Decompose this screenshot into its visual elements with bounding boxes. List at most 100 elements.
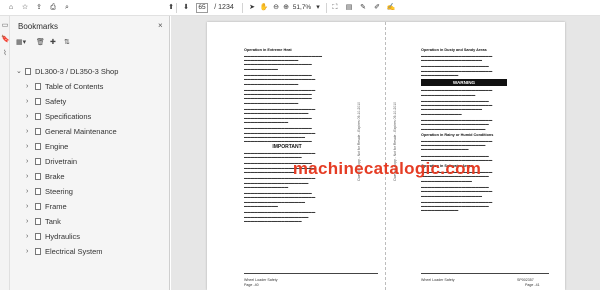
bookmark-item[interactable]: › Steering: [10, 184, 170, 199]
upload-icon[interactable]: ⇪: [34, 2, 44, 14]
highlight-icon[interactable]: ✐: [372, 2, 382, 14]
bookmark-page-icon: [35, 158, 41, 165]
right-footer-page: Page -41: [525, 283, 540, 287]
right-page-text: Operation in Dusty and Sandy Areas ▬▬▬▬▬…: [421, 48, 507, 215]
bookmark-label: Steering: [45, 187, 73, 196]
bookmarks-panel: Bookmarks × ▦▾ 🗑 ✚ ⇅ ⌄ DL300-3 / DL350-3 …: [10, 16, 170, 290]
bookmark-item[interactable]: › Engine: [10, 139, 170, 154]
panel-title: Bookmarks: [18, 22, 59, 31]
page-number-input[interactable]: 65: [196, 3, 208, 13]
right-footer-title: Wheel Loader Safety: [421, 278, 455, 282]
zoom-in-icon[interactable]: ⊕: [281, 2, 291, 14]
home-icon[interactable]: ⌂: [6, 2, 16, 14]
chevron-right-icon[interactable]: ›: [26, 184, 28, 199]
chevron-right-icon[interactable]: ›: [26, 244, 28, 259]
bookmark-item[interactable]: › Hydraulics: [10, 229, 170, 244]
chevron-right-icon[interactable]: ›: [26, 229, 28, 244]
chevron-right-icon[interactable]: ›: [26, 109, 28, 124]
bookmark-page-icon: [35, 218, 41, 225]
bookmark-root[interactable]: ⌄ DL300-3 / DL350-3 Shop: [10, 64, 170, 79]
chevron-right-icon[interactable]: ›: [26, 214, 28, 229]
print-icon[interactable]: ⎙: [48, 2, 58, 14]
bookmark-label: Table of Contents: [45, 82, 104, 91]
left-page-text: Operation in Extreme Heat ▬▬▬▬▬▬▬▬▬▬▬▬▬▬…: [244, 48, 330, 225]
right-footer-code: SP002357: [517, 278, 534, 282]
important-notice-title: IMPORTANT: [272, 144, 302, 151]
bookmark-item[interactable]: › Brake: [10, 169, 170, 184]
select-tool-icon[interactable]: ➤: [247, 2, 257, 14]
bookmark-options-icon[interactable]: ▦▾: [16, 38, 26, 48]
bookmark-item[interactable]: › Frame: [10, 199, 170, 214]
chevron-right-icon[interactable]: ›: [26, 94, 28, 109]
pdf-viewer-window: ⌂ ☆ ⇪ ⎙ ⌕ ⬆ ⬇ 65 / 1234 ➤ ✋ ⊖ ⊕ 51,7% ▾ …: [0, 0, 600, 290]
zoom-out-icon[interactable]: ⊖: [271, 2, 281, 14]
bookmark-label: Safety: [45, 97, 67, 106]
document-viewer[interactable]: Operation in Extreme Heat ▬▬▬▬▬▬▬▬▬▬▬▬▬▬…: [171, 16, 600, 290]
bookmark-item[interactable]: › Safety: [10, 94, 170, 109]
chevron-right-icon[interactable]: ›: [26, 139, 28, 154]
chevron-right-icon[interactable]: ›: [26, 154, 28, 169]
warning-banner: WARNING: [421, 79, 507, 87]
bookmark-label: Electrical System: [45, 247, 103, 256]
hand-tool-icon[interactable]: ✋: [259, 2, 269, 14]
bookmark-item[interactable]: › Drivetrain: [10, 154, 170, 169]
bookmark-page-icon: [35, 248, 41, 255]
bookmark-label: Hydraulics: [45, 232, 81, 241]
close-icon[interactable]: ×: [158, 21, 163, 30]
bookmark-label: Brake: [45, 172, 65, 181]
right-footer-rule: [421, 273, 549, 274]
left-footer-title: Wheel Loader Safety: [244, 278, 278, 282]
chevron-right-icon[interactable]: ›: [26, 124, 28, 139]
chevron-down-icon[interactable]: ⌄: [16, 64, 22, 79]
bookmark-page-icon: [35, 203, 41, 210]
page-divider: [385, 22, 386, 290]
bookmark-item[interactable]: › Specifications: [10, 109, 170, 124]
warning-title: WARNING: [452, 80, 476, 86]
bookmark-label: DL300-3 / DL350-3 Shop: [35, 67, 119, 76]
bookmark-label: Engine: [45, 142, 69, 151]
left-footer-rule: [244, 273, 378, 274]
bookmark-item[interactable]: › Tank: [10, 214, 170, 229]
delete-bookmark-icon[interactable]: 🗑: [36, 38, 45, 48]
new-bookmark-icon[interactable]: ✚: [50, 38, 56, 48]
bookmark-page-icon: [25, 68, 31, 75]
page-thumbnails-icon[interactable]: ▭: [1, 22, 9, 30]
bookmark-list: ⌄ DL300-3 / DL350-3 Shop › Table of Content…: [10, 64, 170, 259]
total-pages: / 1234: [214, 4, 234, 11]
expand-bookmark-icon[interactable]: ⇅: [64, 38, 70, 48]
right-heading-2: Operation in Rainy or Humid Conditions: [421, 132, 494, 137]
scroll-mode-icon[interactable]: ▤: [344, 2, 354, 14]
zoom-level[interactable]: 51,7%: [291, 3, 313, 13]
fit-page-icon[interactable]: ⛶: [330, 2, 340, 14]
bookmark-label: Frame: [45, 202, 67, 211]
bookmark-item[interactable]: › Table of Contents: [10, 79, 170, 94]
bookmark-item[interactable]: › Electrical System: [10, 244, 170, 259]
bookmark-page-icon: [35, 173, 41, 180]
chevron-right-icon[interactable]: ›: [26, 79, 28, 94]
bookmark-label: Tank: [45, 217, 61, 226]
bookmark-label: Drivetrain: [45, 157, 78, 166]
chevron-right-icon[interactable]: ›: [26, 199, 28, 214]
left-footer-page: Page -40: [244, 283, 259, 287]
bookmark-page-icon: [35, 188, 41, 195]
navigation-rail: ▭ 🔖 ⌇: [0, 16, 10, 290]
bookmark-tools: ▦▾ 🗑 ✚ ⇅: [16, 38, 166, 50]
next-page-icon[interactable]: ⬇: [181, 2, 191, 14]
comment-icon[interactable]: ✎: [358, 2, 368, 14]
bookmark-page-icon: [35, 143, 41, 150]
prev-page-icon[interactable]: ⬆: [166, 2, 176, 14]
chevron-down-icon[interactable]: ▾: [314, 2, 322, 14]
attachment-icon[interactable]: ⌇: [1, 50, 9, 58]
search-icon[interactable]: ⌕: [62, 2, 72, 14]
bookmark-page-icon: [35, 128, 41, 135]
bookmark-item[interactable]: › General Maintenance: [10, 124, 170, 139]
bookmark-page-icon: [35, 83, 41, 90]
sign-icon[interactable]: ✍: [386, 2, 396, 14]
bookmark-page-icon: [35, 233, 41, 240]
bookmark-icon[interactable]: 🔖: [1, 36, 10, 44]
right-heading: Operation in Dusty and Sandy Areas: [421, 48, 487, 52]
chevron-right-icon[interactable]: ›: [26, 169, 28, 184]
bookmark-page-icon: [35, 98, 41, 105]
bookmark-label: General Maintenance: [45, 127, 117, 136]
star-icon[interactable]: ☆: [20, 2, 30, 14]
